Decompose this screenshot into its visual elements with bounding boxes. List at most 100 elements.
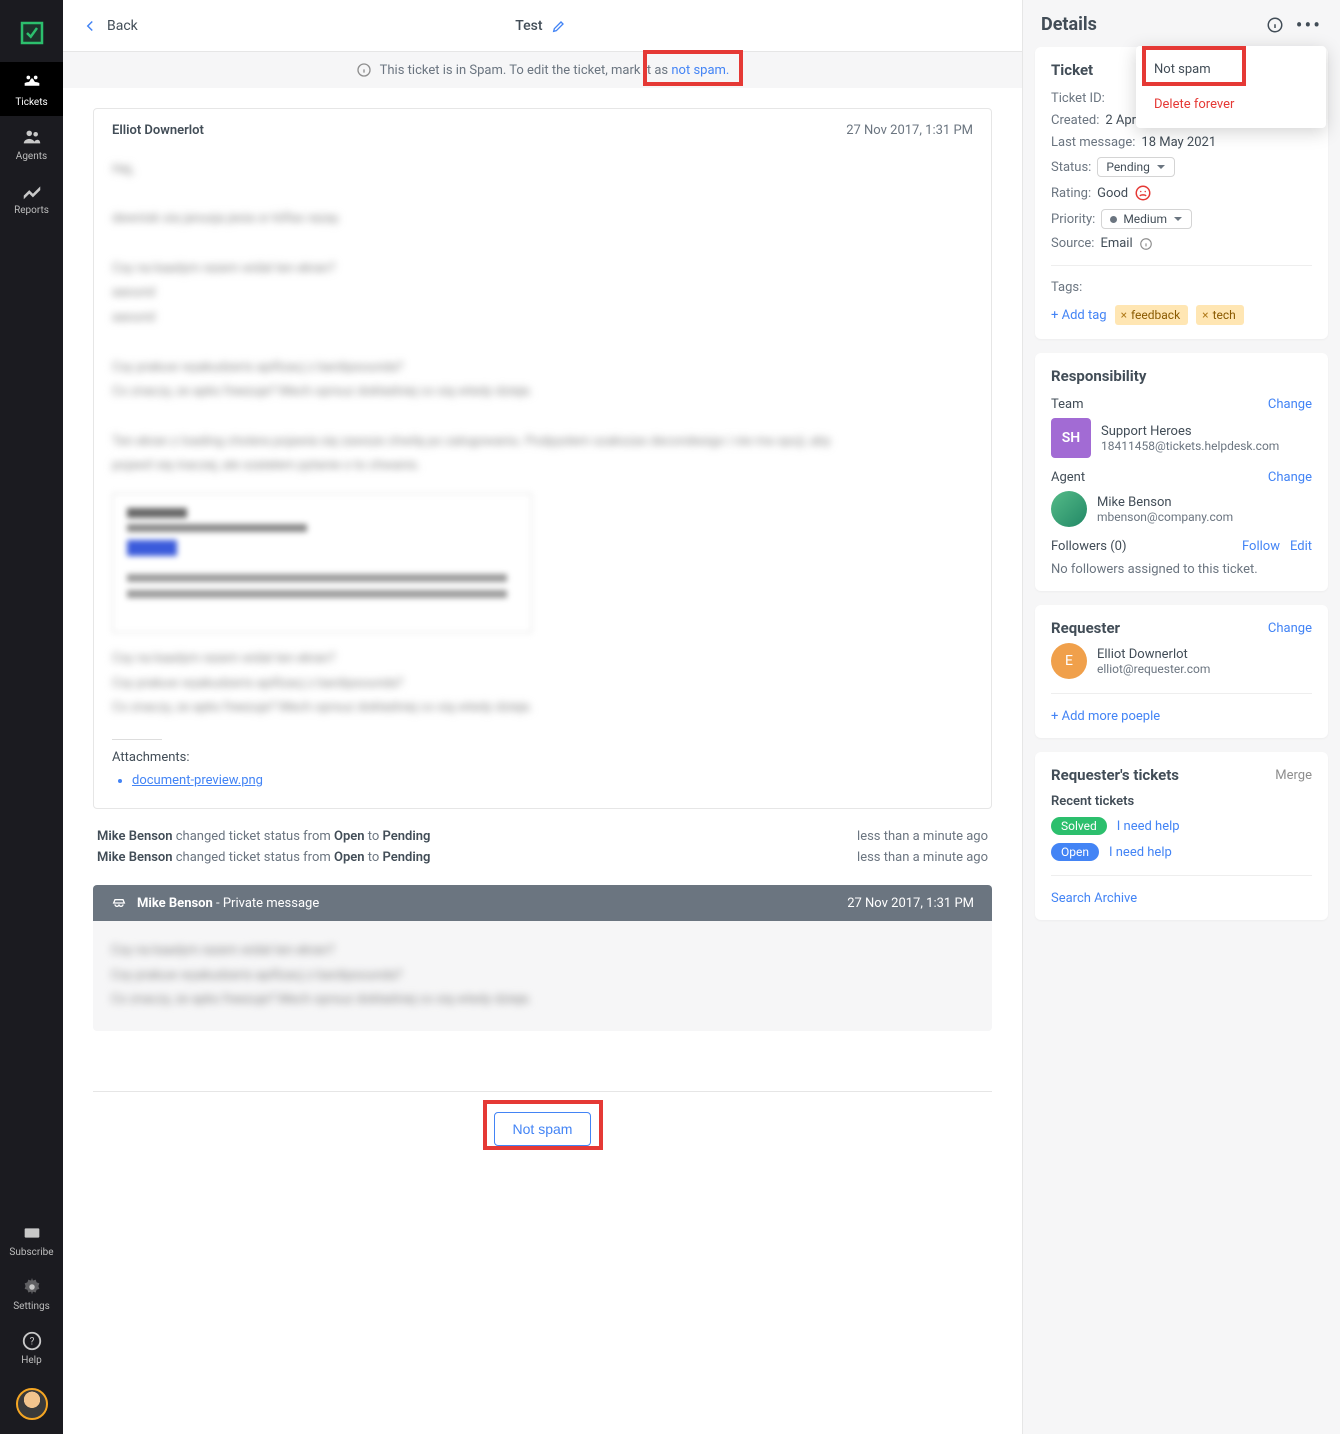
nav-reports[interactable]: Reports (0, 170, 63, 224)
nav-help-label: Help (0, 1355, 63, 1366)
nav-agents[interactable]: Agents (0, 116, 63, 170)
priority-select[interactable]: Medium (1101, 209, 1192, 229)
nav-settings-label: Settings (0, 1301, 63, 1312)
add-tag-button[interactable]: + Add tag (1051, 308, 1107, 323)
requester-tickets-panel: Requester's tickets Merge Recent tickets… (1035, 752, 1328, 920)
ticket-title: Test (515, 18, 542, 34)
related-ticket-link[interactable]: I need help (1117, 819, 1180, 834)
team-name: Support Heroes (1101, 424, 1279, 439)
info-icon[interactable] (1266, 16, 1284, 34)
menu-delete-forever[interactable]: Delete forever (1136, 87, 1326, 122)
status-change-row: Mike Benson changed ticket status from O… (93, 829, 992, 844)
menu-not-spam[interactable]: Not spam (1136, 52, 1326, 87)
tag-chip[interactable]: ×tech (1196, 305, 1244, 325)
merge-button[interactable]: Merge (1275, 768, 1312, 783)
ticket-id-label: Ticket ID: (1051, 91, 1105, 106)
redacted-image (112, 493, 532, 633)
rating-value: Good (1097, 186, 1128, 201)
no-followers-text: No followers assigned to this ticket. (1051, 562, 1312, 577)
responsibility-heading: Responsibility (1051, 367, 1312, 385)
created-label: Created: (1051, 113, 1099, 128)
chevron-down-icon (1173, 214, 1183, 224)
agent-label: Agent (1051, 470, 1085, 485)
related-ticket-link[interactable]: I need help (1109, 845, 1172, 860)
details-title: Details (1041, 14, 1097, 35)
sad-face-icon (1134, 184, 1152, 202)
add-people-button[interactable]: + Add more poeple (1051, 709, 1160, 724)
status-change-time: less than a minute ago (857, 850, 988, 865)
nav-reports-label: Reports (0, 205, 63, 216)
recent-tickets-label: Recent tickets (1051, 794, 1312, 809)
back-button[interactable]: Back (81, 17, 138, 35)
spam-banner: This ticket is in Spam. To edit the tick… (63, 52, 1022, 88)
nav-subscribe-label: Subscribe (0, 1247, 63, 1258)
team-avatar: SH (1051, 418, 1091, 458)
private-date: 27 Nov 2017, 1:31 PM (847, 896, 974, 911)
requester-avatar: E (1051, 643, 1087, 679)
svg-text:?: ? (29, 1337, 34, 1348)
follow-button[interactable]: Follow (1242, 539, 1280, 554)
redacted-text: Csy na kaadym razem widal ten ekran? Csy… (112, 647, 973, 721)
message-author: Elliot Downerlot (112, 123, 204, 138)
lastmsg-label: Last message: (1051, 135, 1135, 150)
change-requester-button[interactable]: Change (1268, 621, 1312, 636)
req-tickets-heading: Requester's tickets (1051, 766, 1179, 784)
related-ticket-row: Solved I need help (1051, 817, 1312, 835)
more-menu-button[interactable]: ••• (1296, 15, 1322, 35)
redacted-text: Hej, dewnisk sia janusja jesia or kilfas… (112, 158, 973, 479)
nav-tickets[interactable]: Tickets (0, 62, 63, 116)
nav-agents-label: Agents (0, 151, 63, 162)
nav-help[interactable]: ? Help (0, 1320, 63, 1374)
nav-subscribe[interactable]: Subscribe (0, 1212, 63, 1266)
not-spam-inline-link[interactable]: not spam. (671, 63, 729, 78)
tags-label: Tags: (1051, 280, 1082, 295)
back-label: Back (107, 18, 138, 34)
requester-heading: Requester (1051, 619, 1120, 637)
status-badge: Open (1051, 843, 1099, 861)
nav-settings[interactable]: Settings (0, 1266, 63, 1320)
change-agent-button[interactable]: Change (1268, 470, 1312, 485)
requester-name: Elliot Downerlot (1097, 647, 1210, 662)
team-label: Team (1051, 397, 1084, 412)
private-message-card: Mike Benson - Private message 27 Nov 201… (93, 885, 992, 1031)
tag-chip[interactable]: ×feedback (1115, 305, 1189, 325)
search-archive-link[interactable]: Search Archive (1051, 891, 1137, 906)
status-label: Status: (1051, 160, 1091, 175)
source-value: Email (1100, 236, 1132, 251)
followers-label: Followers (0) (1051, 539, 1127, 554)
status-badge: Solved (1051, 817, 1107, 835)
not-spam-button[interactable]: Not spam (494, 1112, 592, 1146)
responsibility-panel: Responsibility Team Change SH Support He… (1035, 353, 1328, 591)
info-icon[interactable] (1139, 237, 1153, 251)
related-ticket-row: Open I need help (1051, 843, 1312, 861)
app-logo (17, 18, 47, 48)
more-menu-popover: Not spam Delete forever (1136, 46, 1326, 128)
redacted-text: Csy na kaadym razem widal ten ekran? Csy… (111, 939, 974, 1013)
edit-followers-button[interactable]: Edit (1290, 539, 1312, 554)
message-date: 27 Nov 2017, 1:31 PM (846, 123, 973, 138)
rating-label: Rating: (1051, 186, 1091, 201)
status-change-row: Mike Benson changed ticket status from O… (93, 850, 992, 865)
change-team-button[interactable]: Change (1268, 397, 1312, 412)
status-change-time: less than a minute ago (857, 829, 988, 844)
attachment-link[interactable]: document-preview.png (132, 773, 973, 788)
message-card: Elliot Downerlot 27 Nov 2017, 1:31 PM He… (93, 108, 992, 809)
remove-tag-icon[interactable]: × (1121, 308, 1127, 322)
chevron-down-icon (1156, 162, 1166, 172)
private-author: Mike Benson (137, 896, 213, 911)
status-select[interactable]: Pending (1097, 157, 1175, 177)
requester-email: elliot@requester.com (1097, 662, 1210, 676)
edit-title-icon[interactable] (551, 18, 567, 34)
current-user-avatar[interactable] (16, 1388, 48, 1420)
nav-tickets-label: Tickets (0, 97, 63, 108)
requester-panel: Requester Change E Elliot Downerlot elli… (1035, 605, 1328, 738)
source-label: Source: (1051, 236, 1094, 251)
attachments-label: Attachments: (112, 750, 973, 765)
agent-avatar (1051, 491, 1087, 527)
remove-tag-icon[interactable]: × (1202, 308, 1208, 322)
incognito-icon (111, 895, 127, 911)
left-nav-rail: Tickets Agents Reports Subscribe Setting… (0, 0, 63, 1434)
agent-email: mbenson@company.com (1097, 510, 1233, 524)
team-email: 18411458@tickets.helpdesk.com (1101, 439, 1279, 453)
lastmsg-value: 18 May 2021 (1141, 135, 1216, 150)
